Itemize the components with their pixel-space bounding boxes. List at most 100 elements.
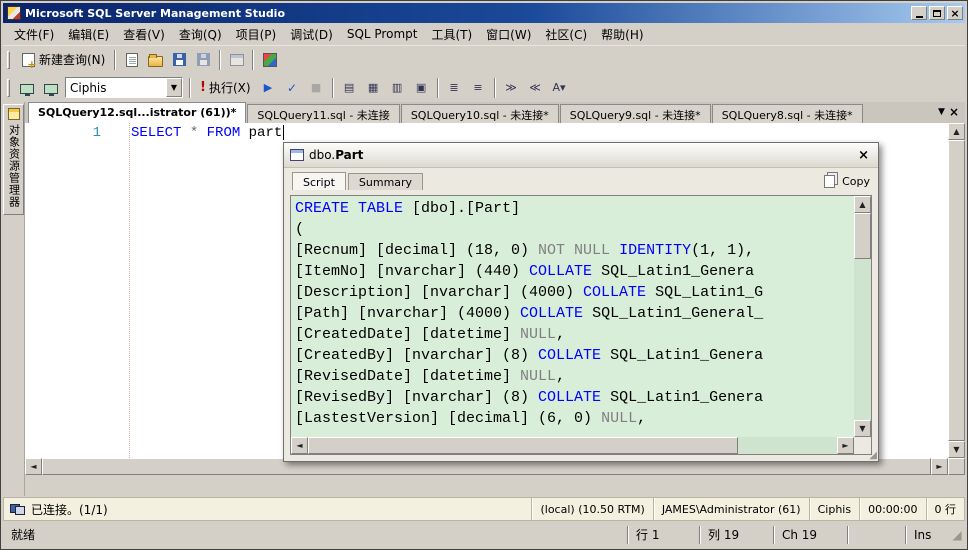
results-to-grid-button[interactable]: ▦: [362, 77, 385, 99]
popup-close-button[interactable]: ×: [855, 148, 872, 163]
outdent-icon: ≪: [529, 81, 541, 94]
document-tab-4[interactable]: SQLQuery9.sql - 未连接*: [560, 104, 711, 123]
change-connection-button[interactable]: [39, 77, 62, 99]
new-file-button[interactable]: [120, 49, 143, 71]
document-tab-2[interactable]: SQLQuery11.sql - 未连接: [247, 104, 399, 123]
document-tab-3[interactable]: SQLQuery10.sql - 未连接*: [401, 104, 559, 123]
vertical-scroll-thumb[interactable]: [854, 213, 871, 259]
document-tab-1[interactable]: SQLQuery12.sql...istrator (61))*: [28, 102, 246, 123]
popup-script-text[interactable]: CREATE TABLE [dbo].[Part]([Recnum] [deci…: [291, 196, 854, 437]
save-all-icon: [197, 53, 210, 66]
table-icon: [290, 149, 304, 161]
results-to-text-button[interactable]: ▤: [338, 77, 361, 99]
new-query-button[interactable]: 新建查询(N): [15, 49, 110, 71]
status-line: 行 1: [627, 526, 699, 544]
toolbar-separator: [219, 50, 221, 70]
menu-item-11[interactable]: 帮助(H): [594, 23, 650, 46]
connect-button[interactable]: [15, 77, 38, 99]
scroll-right-button[interactable]: ►: [931, 458, 948, 475]
title-bar: Microsoft SQL Server Management Studio ×: [3, 3, 965, 23]
document-gap: [25, 475, 965, 496]
indent-button[interactable]: ≫: [500, 77, 523, 99]
menu-item-5[interactable]: 项目(P): [229, 23, 284, 46]
resize-grip[interactable]: ◢: [949, 527, 965, 543]
menu-item-1[interactable]: 文件(F): [7, 23, 61, 46]
arrow-down-icon: ▼: [859, 424, 865, 433]
app-icon: [7, 6, 21, 20]
save-button[interactable]: [168, 49, 191, 71]
menu-item-9[interactable]: 窗口(W): [479, 23, 538, 46]
menu-item-8[interactable]: 工具(T): [424, 23, 479, 46]
document-tab-5[interactable]: SQLQuery8.sql - 未连接*: [712, 104, 863, 123]
results-to-file-button[interactable]: ▥: [386, 77, 409, 99]
uncomment-icon: ≡: [473, 81, 482, 94]
scroll-up-button[interactable]: ▲: [854, 196, 871, 213]
menu-item-2[interactable]: 编辑(E): [61, 23, 116, 46]
scroll-down-button[interactable]: ▼: [854, 420, 871, 437]
popup-vertical-scrollbar[interactable]: ▲ ▼: [854, 196, 871, 437]
sort-button[interactable]: A▾: [548, 77, 571, 99]
horizontal-scroll-thumb[interactable]: [308, 437, 738, 454]
copy-button[interactable]: Copy: [824, 175, 870, 190]
popup-resize-grip[interactable]: ◢: [869, 450, 877, 461]
minimize-button[interactable]: [911, 6, 927, 20]
vertical-scroll-track[interactable]: [854, 259, 871, 420]
chevron-down-icon: ▼: [938, 107, 945, 117]
debug-button[interactable]: ▶: [257, 77, 280, 99]
ssms-window: Microsoft SQL Server Management Studio ×…: [0, 0, 968, 550]
toolbar-separator: [252, 50, 254, 70]
tab-strip-buttons: ▼ ×: [938, 105, 965, 123]
tab-list-button[interactable]: ▼: [938, 107, 945, 117]
scroll-down-button[interactable]: ▼: [948, 441, 965, 458]
close-document-button[interactable]: ×: [949, 105, 959, 119]
status-database: Ciphis: [809, 498, 859, 520]
uncomment-button[interactable]: ≡: [467, 77, 490, 99]
popup-header[interactable]: dbo.Part ×: [284, 143, 878, 168]
outdent-button[interactable]: ≪: [524, 77, 547, 99]
open-file-button[interactable]: [144, 49, 167, 71]
popup-tab-script[interactable]: Script: [292, 172, 346, 190]
close-button[interactable]: ×: [947, 6, 963, 20]
parse-button[interactable]: ✓: [281, 77, 304, 99]
copy-icon: [824, 175, 835, 188]
menu-item-6[interactable]: 调试(D): [283, 23, 340, 46]
scroll-left-button[interactable]: ◄: [291, 437, 308, 454]
editor-vertical-scrollbar[interactable]: ▲ ▼: [948, 123, 965, 458]
available-databases-combo[interactable]: Ciphis ▼: [65, 77, 183, 98]
status-row-count: 0 行: [926, 498, 965, 520]
comment-button[interactable]: ≣: [443, 77, 466, 99]
sql-prompt-icon: [263, 53, 277, 67]
maximize-button[interactable]: [929, 6, 945, 20]
vertical-scroll-thumb[interactable]: [948, 140, 965, 441]
combo-dropdown-button[interactable]: ▼: [166, 78, 182, 97]
menu-item-4[interactable]: 查询(Q): [172, 23, 229, 46]
scroll-up-button[interactable]: ▲: [948, 123, 965, 140]
connection-status-text: 已连接。(1/1): [31, 501, 108, 518]
menu-item-10[interactable]: 社区(C): [538, 23, 594, 46]
toolbar-separator: [494, 78, 496, 98]
print-button[interactable]: [225, 49, 248, 71]
standard-toolbar: 新建查询(N): [3, 46, 965, 73]
close-icon: ×: [949, 105, 959, 119]
query-options-button[interactable]: ▣: [410, 77, 433, 99]
toolbar-grip[interactable]: [7, 79, 10, 97]
object-explorer-tab[interactable]: 对象资源管理器: [3, 104, 24, 215]
maximize-icon: [933, 10, 941, 17]
toolbar-grip[interactable]: [7, 51, 10, 69]
menu-item-7[interactable]: SQL Prompt: [340, 24, 425, 44]
scroll-left-button[interactable]: ◄: [25, 458, 42, 475]
execute-button[interactable]: ! 执行(X): [195, 77, 256, 99]
results-to-text-icon: ▤: [344, 81, 354, 94]
horizontal-scroll-track[interactable]: [738, 437, 837, 454]
sql-prompt-button[interactable]: [258, 49, 281, 71]
menu-item-3[interactable]: 查看(V): [116, 23, 172, 46]
popup-horizontal-scrollbar[interactable]: ◄ ►: [291, 437, 871, 454]
status-user: JAMES\Administrator (61): [653, 498, 809, 520]
scroll-right-button[interactable]: ►: [837, 437, 854, 454]
minimize-icon: [916, 16, 923, 18]
save-all-button[interactable]: [192, 49, 215, 71]
status-empty: [847, 526, 905, 544]
popup-title: dbo.Part: [309, 148, 363, 162]
popup-tab-summary[interactable]: Summary: [348, 173, 423, 190]
cancel-query-button[interactable]: ■: [305, 77, 328, 99]
